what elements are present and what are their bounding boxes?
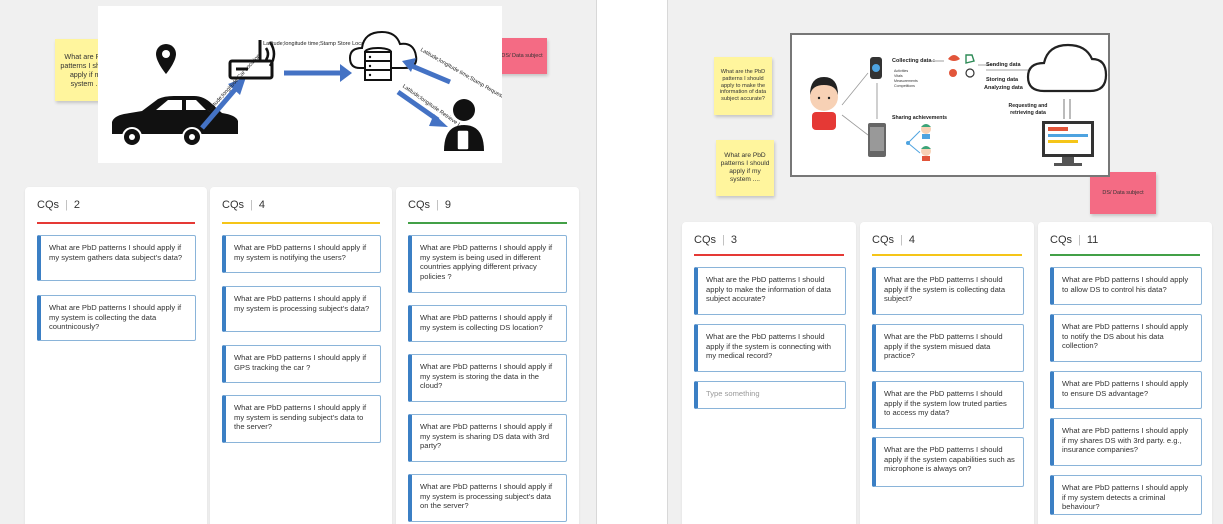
- cq-card[interactable]: What are the PbD patterns I should apply…: [872, 381, 1024, 429]
- column-title: CQs: [408, 199, 430, 211]
- cq-card[interactable]: What are the PbD patterns I should apply…: [872, 267, 1024, 315]
- storing-data-label: Storing data: [986, 77, 1019, 83]
- location-pin-icon: [156, 44, 176, 74]
- column-color-bar: [222, 222, 380, 224]
- cq-card[interactable]: What are PbD patterns I should apply to …: [1050, 371, 1202, 409]
- smartphone-icon: [868, 123, 886, 157]
- column-header: CQs | 4: [222, 199, 265, 211]
- sending-data-label: Sending data: [986, 62, 1021, 68]
- cloud-database-icon: [348, 30, 418, 81]
- sticky-note-text: What are PbD patterns I should apply if …: [720, 151, 770, 184]
- column-count: 2: [73, 199, 80, 211]
- column-color-bar: [37, 222, 195, 224]
- column-header: CQs | 2: [37, 199, 80, 211]
- column-title: CQs: [222, 199, 244, 211]
- right-board: What are the PbD patterns I should apply…: [667, 0, 1223, 524]
- column-color-bar: [1050, 254, 1200, 256]
- column-title: CQs: [37, 199, 59, 211]
- ds-note-text: DS/ Data subject: [501, 52, 543, 59]
- cq-card[interactable]: What are the PbD patterns I should apply…: [694, 267, 846, 315]
- sharing-achievements-label: Sharing achievements: [892, 115, 947, 121]
- cq-card[interactable]: What are PbD patterns I should apply to …: [1050, 314, 1202, 362]
- cq-column-1: CQs | 2 What are PbD patterns I should app…: [25, 187, 207, 524]
- cq-card[interactable]: What are PbD patterns I should apply if …: [1050, 475, 1202, 515]
- cq-card[interactable]: What are the PbD patterns I should apply…: [694, 324, 846, 372]
- column-color-bar: [694, 254, 844, 256]
- store-location-label: Latitude;longitude time;Stamp Store Loca…: [263, 41, 373, 47]
- cq-card[interactable]: What are PbD patterns I should apply if …: [408, 474, 567, 522]
- collecting-item: Activities: [894, 69, 908, 73]
- cq-column-2: CQs | 4 What are the PbD patterns I should…: [860, 222, 1034, 524]
- column-header: CQs | 11: [1050, 234, 1099, 246]
- column-count: 9: [444, 199, 451, 211]
- cq-card[interactable]: What are PbD patterns I should apply if …: [222, 235, 381, 273]
- cq-card[interactable]: What are PbD patterns I should apply if …: [408, 235, 567, 293]
- column-title: CQs: [1050, 234, 1072, 246]
- collecting-item: Competitions: [894, 84, 915, 88]
- cq-card[interactable]: What are the PbD patterns I should apply…: [872, 437, 1024, 487]
- cq-card[interactable]: What are PbD patterns I should apply if …: [37, 235, 196, 281]
- cq-card[interactable]: What are the PbD patterns I should apply…: [872, 324, 1024, 372]
- location-diagram: Latitude;longitude Car Location Latitude…: [98, 6, 524, 163]
- column-count: 4: [258, 199, 265, 211]
- cq-card[interactable]: What are PbD patterns I should apply if …: [222, 286, 381, 332]
- cq-card[interactable]: What are PbD patterns I should apply if …: [222, 345, 381, 383]
- person-icon: [810, 77, 838, 130]
- cq-card[interactable]: What are PbD patterns I should apply if …: [1050, 418, 1202, 466]
- column-color-bar: [872, 254, 1022, 256]
- cq-card[interactable]: What are PbD patterns I should apply if …: [408, 354, 567, 402]
- cq-card[interactable]: What are PbD patterns I should apply if …: [37, 295, 196, 341]
- activity-icons: [948, 54, 975, 78]
- ds-note-text: DS/ Data subject: [1102, 189, 1144, 196]
- cq-column-2: CQs | 4 What are PbD patterns I should app…: [210, 187, 392, 524]
- smartwatch-icon: [870, 57, 882, 79]
- cq-card[interactable]: What are PbD patterns I should apply if …: [222, 395, 381, 443]
- column-header: CQs | 4: [872, 234, 915, 246]
- collecting-item: Measurements: [894, 79, 918, 83]
- column-count: 4: [908, 234, 915, 246]
- user-phone-icon: [444, 99, 484, 151]
- cq-column-3: CQs | 11 What are PbD patterns I should ap…: [1038, 222, 1212, 524]
- column-color-bar: [408, 222, 567, 224]
- cq-card[interactable]: What are PbD patterns I should apply if …: [408, 305, 567, 342]
- new-card-input[interactable]: Type something: [694, 381, 846, 409]
- sticky-note-text: What are the PbD patterns I should apply…: [719, 68, 767, 103]
- collecting-data-label: Collecting data :: [892, 58, 935, 64]
- fitness-diagram-svg: Collecting data : Activities Vitals Meas…: [810, 43, 1108, 166]
- fitness-diagram: Collecting data : Activities Vitals Meas…: [790, 33, 1110, 177]
- cq-card[interactable]: What are PbD patterns I should apply if …: [408, 414, 567, 462]
- sticky-note[interactable]: What are PbD patterns I should apply if …: [716, 140, 774, 196]
- collecting-item: Vitals: [894, 74, 903, 78]
- column-title: CQs: [694, 234, 716, 246]
- analyzing-data-label: Analyzing data: [984, 85, 1024, 91]
- column-header: CQs | 3: [694, 234, 737, 246]
- left-board: What are PbD patterns I should apply if …: [0, 0, 597, 524]
- column-count: 3: [730, 234, 737, 246]
- column-header: CQs | 9: [408, 199, 451, 211]
- retrieving-label: retrieving data: [1010, 110, 1046, 116]
- cq-column-1: CQs | 3 What are the PbD patterns I should…: [682, 222, 856, 524]
- ds-note[interactable]: DS/ Data subject: [497, 38, 547, 74]
- column-title: CQs: [872, 234, 894, 246]
- column-count: 11: [1086, 234, 1099, 246]
- computer-monitor-icon: [1042, 121, 1094, 166]
- friends-icon: [906, 124, 931, 161]
- cq-column-3: CQs | 9 What are PbD patterns I should app…: [396, 187, 579, 524]
- location-diagram-svg: Latitude;longitude Car Location Latitude…: [112, 30, 524, 151]
- cq-card[interactable]: What are PbD patterns I should apply to …: [1050, 267, 1202, 305]
- cloud-icon: [1026, 43, 1108, 93]
- requesting-label: Requesting and: [1009, 103, 1048, 109]
- sticky-note[interactable]: What are the PbD patterns I should apply…: [714, 57, 772, 115]
- router-to-cloud-arrow: [284, 64, 352, 82]
